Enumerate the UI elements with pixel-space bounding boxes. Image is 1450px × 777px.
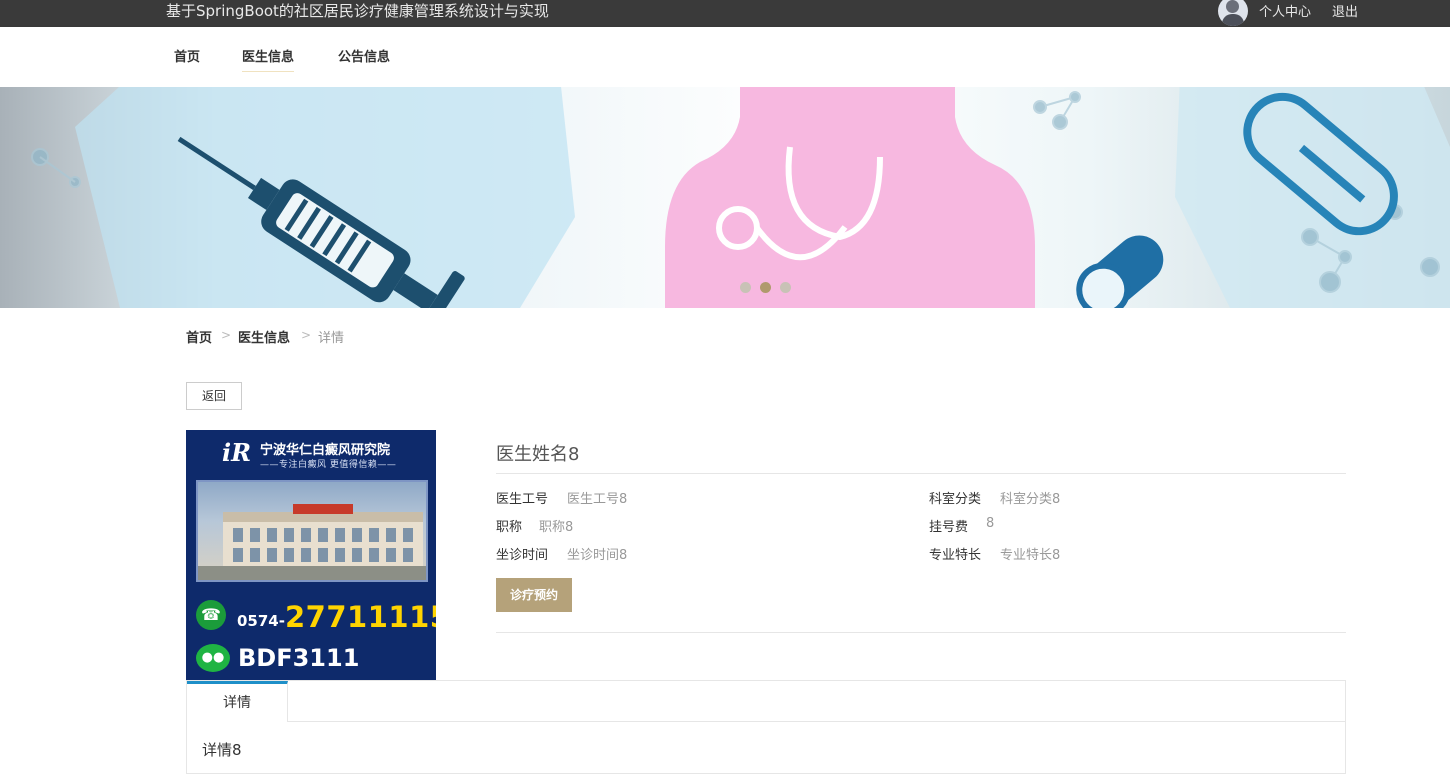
tab-content: 详情8 bbox=[202, 741, 242, 759]
logout-link[interactable]: 退出 bbox=[1332, 1, 1358, 20]
nav-item-home[interactable]: 首页 bbox=[174, 46, 200, 71]
carousel-dot-3[interactable] bbox=[780, 282, 791, 293]
hospital-photo bbox=[196, 480, 428, 582]
field-value-hours: 坐诊时间8 bbox=[567, 548, 628, 563]
field-label-hours: 坐诊时间 bbox=[496, 548, 549, 563]
field-label-specialty: 专业特长 bbox=[929, 548, 982, 563]
field-value-dept: 科室分类8 bbox=[1000, 492, 1061, 507]
field-value-id: 医生工号8 bbox=[567, 492, 628, 507]
ad-wechat-id: BDF3111 bbox=[238, 644, 360, 672]
breadcrumb-doctors[interactable]: 医生信息 bbox=[238, 327, 290, 346]
ad-subtitle: ——专注白癜风 更值得信赖—— bbox=[260, 460, 397, 470]
user-center-link[interactable]: 个人中心 bbox=[1259, 1, 1311, 20]
field-label-id: 医生工号 bbox=[496, 492, 549, 507]
nav-item-notices[interactable]: 公告信息 bbox=[338, 46, 390, 71]
field-label-fee: 挂号费 bbox=[929, 520, 969, 535]
ad-logo: iR bbox=[222, 438, 252, 467]
field-value-title: 职称8 bbox=[539, 520, 574, 535]
main-nav: 首页 医生信息 公告信息 bbox=[0, 27, 1450, 87]
tab-details[interactable]: 详情 bbox=[187, 681, 288, 722]
breadcrumb-separator: > bbox=[221, 328, 232, 342]
detail-tabs: 详情 详情8 bbox=[186, 680, 1346, 774]
doctor-image: iR 宁波华仁白癜风研究院 ——专注白癜风 更值得信赖—— ☎ 0574- 27… bbox=[186, 430, 436, 680]
back-button[interactable]: 返回 bbox=[186, 382, 242, 410]
field-value-fee: 8 bbox=[986, 516, 995, 531]
phone-icon: ☎ bbox=[196, 600, 226, 630]
divider bbox=[496, 473, 1346, 474]
breadcrumb-separator: > bbox=[301, 328, 312, 342]
field-value-specialty: 专业特长8 bbox=[1000, 548, 1061, 563]
ad-phone-number: 27711115 bbox=[285, 600, 436, 634]
wechat-icon: ●● bbox=[196, 644, 230, 672]
breadcrumb-home[interactable]: 首页 bbox=[186, 327, 212, 346]
nav-item-doctors[interactable]: 医生信息 bbox=[242, 46, 295, 72]
carousel-dot-1[interactable] bbox=[740, 282, 751, 293]
banner-carousel[interactable] bbox=[0, 87, 1450, 308]
field-label-title: 职称 bbox=[496, 520, 523, 535]
doctor-name: 医生姓名8 bbox=[496, 444, 580, 465]
avatar[interactable] bbox=[1218, 0, 1248, 26]
ad-title: 宁波华仁白癜风研究院 bbox=[260, 443, 391, 458]
site-title: 基于SpringBoot的社区居民诊疗健康管理系统设计与实现 bbox=[166, 2, 549, 20]
ad-phone-prefix: 0574- bbox=[237, 612, 285, 630]
carousel-dot-2[interactable] bbox=[760, 282, 771, 293]
banner-illustration bbox=[31, 87, 1450, 308]
book-appointment-button[interactable]: 诊疗预约 bbox=[496, 578, 572, 612]
top-bar: 基于SpringBoot的社区居民诊疗健康管理系统设计与实现 个人中心 退出 bbox=[0, 0, 1450, 27]
breadcrumb-current: 详情 bbox=[318, 331, 345, 346]
tab-header: 详情 bbox=[187, 681, 1345, 722]
field-label-dept: 科室分类 bbox=[929, 492, 982, 507]
divider bbox=[496, 632, 1346, 633]
